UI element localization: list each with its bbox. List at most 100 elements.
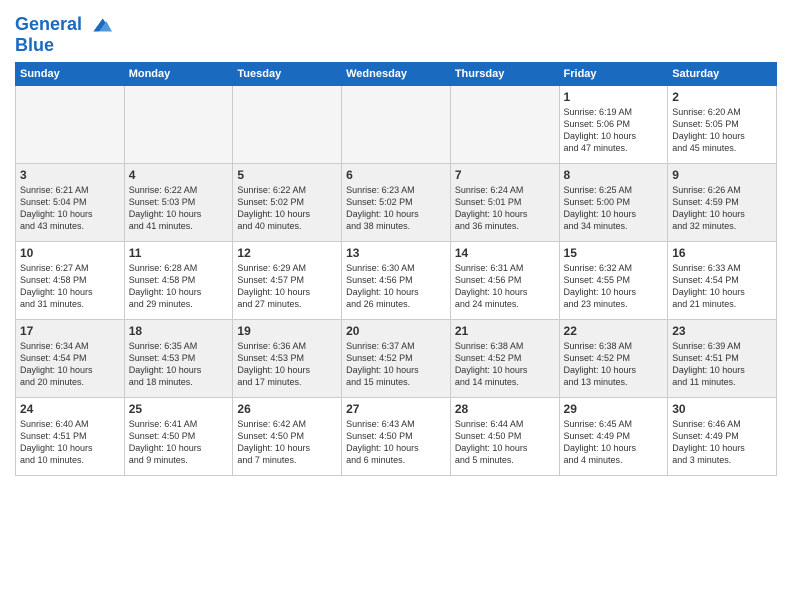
cell-info: Sunrise: 6:46 AM Sunset: 4:49 PM Dayligh… bbox=[672, 418, 772, 467]
header: General Blue bbox=[15, 10, 777, 56]
day-number: 10 bbox=[20, 245, 120, 261]
day-number: 28 bbox=[455, 401, 555, 417]
calendar-cell: 20Sunrise: 6:37 AM Sunset: 4:52 PM Dayli… bbox=[342, 319, 451, 397]
day-number: 2 bbox=[672, 89, 772, 105]
calendar-cell: 11Sunrise: 6:28 AM Sunset: 4:58 PM Dayli… bbox=[124, 241, 233, 319]
cell-info: Sunrise: 6:27 AM Sunset: 4:58 PM Dayligh… bbox=[20, 262, 120, 311]
col-header-tuesday: Tuesday bbox=[233, 62, 342, 85]
cell-info: Sunrise: 6:44 AM Sunset: 4:50 PM Dayligh… bbox=[455, 418, 555, 467]
cell-info: Sunrise: 6:35 AM Sunset: 4:53 PM Dayligh… bbox=[129, 340, 229, 389]
cell-info: Sunrise: 6:22 AM Sunset: 5:02 PM Dayligh… bbox=[237, 184, 337, 233]
week-row-4: 24Sunrise: 6:40 AM Sunset: 4:51 PM Dayli… bbox=[16, 397, 777, 475]
cell-info: Sunrise: 6:23 AM Sunset: 5:02 PM Dayligh… bbox=[346, 184, 446, 233]
calendar-cell: 24Sunrise: 6:40 AM Sunset: 4:51 PM Dayli… bbox=[16, 397, 125, 475]
cell-info: Sunrise: 6:45 AM Sunset: 4:49 PM Dayligh… bbox=[564, 418, 664, 467]
cell-info: Sunrise: 6:19 AM Sunset: 5:06 PM Dayligh… bbox=[564, 106, 664, 155]
day-number: 7 bbox=[455, 167, 555, 183]
calendar-cell: 30Sunrise: 6:46 AM Sunset: 4:49 PM Dayli… bbox=[668, 397, 777, 475]
logo: General Blue bbox=[15, 14, 112, 56]
day-number: 23 bbox=[672, 323, 772, 339]
day-number: 3 bbox=[20, 167, 120, 183]
cell-info: Sunrise: 6:38 AM Sunset: 4:52 PM Dayligh… bbox=[455, 340, 555, 389]
cell-info: Sunrise: 6:38 AM Sunset: 4:52 PM Dayligh… bbox=[564, 340, 664, 389]
calendar-cell bbox=[16, 85, 125, 163]
cell-info: Sunrise: 6:34 AM Sunset: 4:54 PM Dayligh… bbox=[20, 340, 120, 389]
day-number: 25 bbox=[129, 401, 229, 417]
calendar-cell: 8Sunrise: 6:25 AM Sunset: 5:00 PM Daylig… bbox=[559, 163, 668, 241]
day-number: 18 bbox=[129, 323, 229, 339]
calendar-cell: 15Sunrise: 6:32 AM Sunset: 4:55 PM Dayli… bbox=[559, 241, 668, 319]
day-number: 14 bbox=[455, 245, 555, 261]
day-number: 4 bbox=[129, 167, 229, 183]
day-number: 8 bbox=[564, 167, 664, 183]
calendar-cell: 16Sunrise: 6:33 AM Sunset: 4:54 PM Dayli… bbox=[668, 241, 777, 319]
calendar-cell: 4Sunrise: 6:22 AM Sunset: 5:03 PM Daylig… bbox=[124, 163, 233, 241]
logo-text: General bbox=[15, 15, 82, 35]
calendar-cell: 28Sunrise: 6:44 AM Sunset: 4:50 PM Dayli… bbox=[450, 397, 559, 475]
day-number: 19 bbox=[237, 323, 337, 339]
cell-info: Sunrise: 6:30 AM Sunset: 4:56 PM Dayligh… bbox=[346, 262, 446, 311]
col-header-sunday: Sunday bbox=[16, 62, 125, 85]
cell-info: Sunrise: 6:36 AM Sunset: 4:53 PM Dayligh… bbox=[237, 340, 337, 389]
calendar-cell: 29Sunrise: 6:45 AM Sunset: 4:49 PM Dayli… bbox=[559, 397, 668, 475]
day-number: 13 bbox=[346, 245, 446, 261]
calendar-cell: 18Sunrise: 6:35 AM Sunset: 4:53 PM Dayli… bbox=[124, 319, 233, 397]
col-header-saturday: Saturday bbox=[668, 62, 777, 85]
day-number: 21 bbox=[455, 323, 555, 339]
cell-info: Sunrise: 6:28 AM Sunset: 4:58 PM Dayligh… bbox=[129, 262, 229, 311]
cell-info: Sunrise: 6:43 AM Sunset: 4:50 PM Dayligh… bbox=[346, 418, 446, 467]
calendar-cell bbox=[124, 85, 233, 163]
cell-info: Sunrise: 6:33 AM Sunset: 4:54 PM Dayligh… bbox=[672, 262, 772, 311]
calendar-cell: 1Sunrise: 6:19 AM Sunset: 5:06 PM Daylig… bbox=[559, 85, 668, 163]
day-number: 15 bbox=[564, 245, 664, 261]
calendar-cell: 10Sunrise: 6:27 AM Sunset: 4:58 PM Dayli… bbox=[16, 241, 125, 319]
day-number: 30 bbox=[672, 401, 772, 417]
cell-info: Sunrise: 6:41 AM Sunset: 4:50 PM Dayligh… bbox=[129, 418, 229, 467]
week-row-2: 10Sunrise: 6:27 AM Sunset: 4:58 PM Dayli… bbox=[16, 241, 777, 319]
day-number: 17 bbox=[20, 323, 120, 339]
cell-info: Sunrise: 6:21 AM Sunset: 5:04 PM Dayligh… bbox=[20, 184, 120, 233]
col-header-friday: Friday bbox=[559, 62, 668, 85]
calendar-cell: 2Sunrise: 6:20 AM Sunset: 5:05 PM Daylig… bbox=[668, 85, 777, 163]
week-row-1: 3Sunrise: 6:21 AM Sunset: 5:04 PM Daylig… bbox=[16, 163, 777, 241]
calendar-cell: 26Sunrise: 6:42 AM Sunset: 4:50 PM Dayli… bbox=[233, 397, 342, 475]
day-number: 20 bbox=[346, 323, 446, 339]
calendar-cell: 12Sunrise: 6:29 AM Sunset: 4:57 PM Dayli… bbox=[233, 241, 342, 319]
day-number: 1 bbox=[564, 89, 664, 105]
cell-info: Sunrise: 6:29 AM Sunset: 4:57 PM Dayligh… bbox=[237, 262, 337, 311]
day-number: 12 bbox=[237, 245, 337, 261]
calendar-cell: 21Sunrise: 6:38 AM Sunset: 4:52 PM Dayli… bbox=[450, 319, 559, 397]
cell-info: Sunrise: 6:37 AM Sunset: 4:52 PM Dayligh… bbox=[346, 340, 446, 389]
col-header-wednesday: Wednesday bbox=[342, 62, 451, 85]
day-number: 6 bbox=[346, 167, 446, 183]
cell-info: Sunrise: 6:42 AM Sunset: 4:50 PM Dayligh… bbox=[237, 418, 337, 467]
week-row-0: 1Sunrise: 6:19 AM Sunset: 5:06 PM Daylig… bbox=[16, 85, 777, 163]
calendar-cell: 19Sunrise: 6:36 AM Sunset: 4:53 PM Dayli… bbox=[233, 319, 342, 397]
page-container: General Blue SundayMondayTuesdayWednesda… bbox=[0, 0, 792, 486]
calendar-cell: 5Sunrise: 6:22 AM Sunset: 5:02 PM Daylig… bbox=[233, 163, 342, 241]
day-number: 5 bbox=[237, 167, 337, 183]
cell-info: Sunrise: 6:22 AM Sunset: 5:03 PM Dayligh… bbox=[129, 184, 229, 233]
logo-blue: Blue bbox=[15, 36, 54, 56]
calendar-cell: 6Sunrise: 6:23 AM Sunset: 5:02 PM Daylig… bbox=[342, 163, 451, 241]
calendar-cell bbox=[342, 85, 451, 163]
cell-info: Sunrise: 6:39 AM Sunset: 4:51 PM Dayligh… bbox=[672, 340, 772, 389]
calendar-cell: 9Sunrise: 6:26 AM Sunset: 4:59 PM Daylig… bbox=[668, 163, 777, 241]
logo-icon bbox=[84, 14, 112, 36]
day-number: 24 bbox=[20, 401, 120, 417]
col-header-thursday: Thursday bbox=[450, 62, 559, 85]
calendar-cell: 27Sunrise: 6:43 AM Sunset: 4:50 PM Dayli… bbox=[342, 397, 451, 475]
header-row: SundayMondayTuesdayWednesdayThursdayFrid… bbox=[16, 62, 777, 85]
calendar-cell: 3Sunrise: 6:21 AM Sunset: 5:04 PM Daylig… bbox=[16, 163, 125, 241]
calendar-cell: 14Sunrise: 6:31 AM Sunset: 4:56 PM Dayli… bbox=[450, 241, 559, 319]
calendar-cell: 23Sunrise: 6:39 AM Sunset: 4:51 PM Dayli… bbox=[668, 319, 777, 397]
calendar-cell: 13Sunrise: 6:30 AM Sunset: 4:56 PM Dayli… bbox=[342, 241, 451, 319]
week-row-3: 17Sunrise: 6:34 AM Sunset: 4:54 PM Dayli… bbox=[16, 319, 777, 397]
day-number: 22 bbox=[564, 323, 664, 339]
col-header-monday: Monday bbox=[124, 62, 233, 85]
day-number: 9 bbox=[672, 167, 772, 183]
cell-info: Sunrise: 6:32 AM Sunset: 4:55 PM Dayligh… bbox=[564, 262, 664, 311]
cell-info: Sunrise: 6:24 AM Sunset: 5:01 PM Dayligh… bbox=[455, 184, 555, 233]
cell-info: Sunrise: 6:20 AM Sunset: 5:05 PM Dayligh… bbox=[672, 106, 772, 155]
calendar-table: SundayMondayTuesdayWednesdayThursdayFrid… bbox=[15, 62, 777, 476]
